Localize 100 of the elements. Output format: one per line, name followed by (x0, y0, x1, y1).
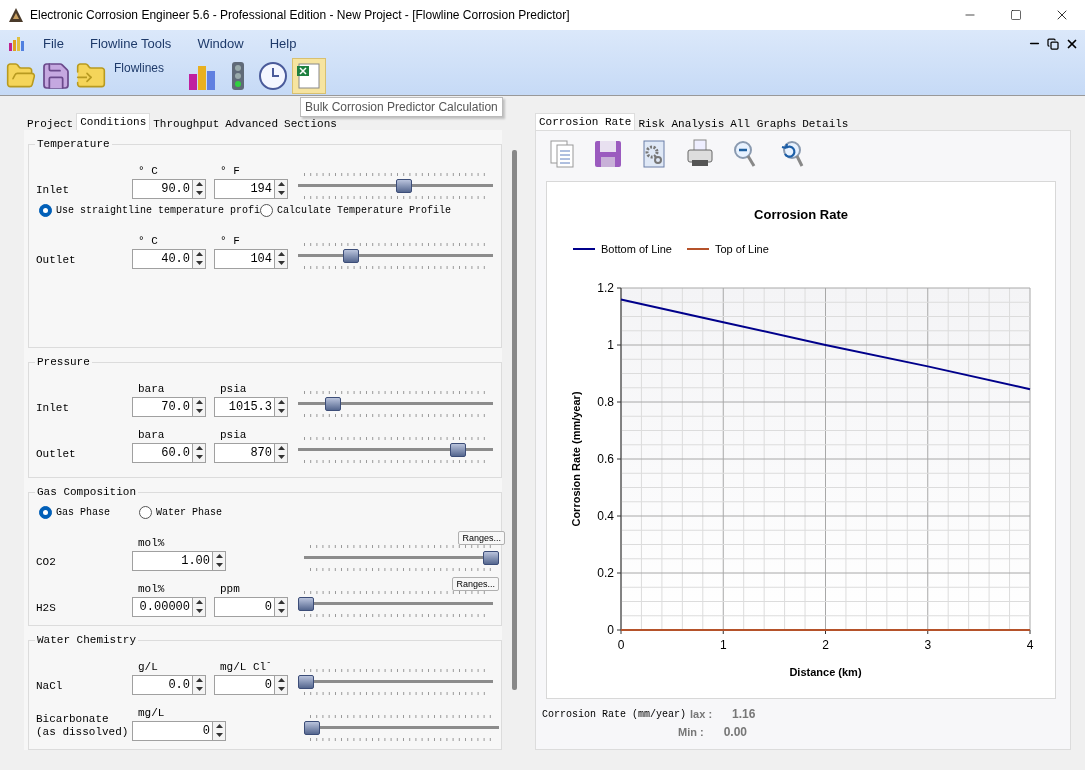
unit-label: ° C (137, 163, 159, 179)
menu-item[interactable]: File (43, 33, 64, 54)
toolbar-label: Flowlines (114, 60, 164, 77)
chart-title: Corrosion Rate (754, 207, 848, 222)
radio-button[interactable] (39, 204, 52, 217)
number-field[interactable]: 194 (214, 178, 274, 199)
bar-chart-icon (9, 36, 25, 51)
unit-label: bara (137, 427, 166, 443)
ranges-button[interactable]: Ranges... (458, 530, 505, 545)
tab[interactable]: Project (24, 116, 77, 130)
unit-label: ° C (137, 233, 159, 249)
row-label: Inlet (36, 183, 70, 197)
scrollbar[interactable] (512, 150, 517, 690)
row-label: NaCl (36, 679, 64, 693)
tab[interactable]: Risk Analysis (635, 116, 728, 130)
slider-thumb[interactable] (298, 674, 314, 689)
spin-buttons[interactable] (274, 442, 288, 463)
legend-item: Top of Line (686, 243, 769, 255)
y-tick-label: 0.8 (597, 395, 614, 409)
spin-buttons[interactable] (192, 442, 206, 463)
mdi-restore-icon[interactable] (1047, 37, 1059, 50)
number-field[interactable]: 104 (214, 248, 274, 269)
menu-item[interactable]: Flowline Tools (89, 33, 172, 54)
radio-button[interactable] (39, 506, 52, 519)
unit-label: g/L (137, 659, 159, 675)
tab[interactable]: All Graphs (727, 116, 800, 130)
number-field[interactable]: 70.0 (132, 396, 192, 417)
number-field[interactable]: 0.0 (132, 674, 192, 695)
spin-buttons[interactable] (192, 396, 206, 417)
spin-buttons[interactable] (274, 674, 288, 695)
group-title: Pressure (36, 355, 91, 370)
number-field[interactable]: 90.0 (132, 178, 192, 199)
radio-label: Water Phase (156, 506, 222, 520)
unit-label: ° F (219, 233, 241, 249)
number-field[interactable]: 40.0 (132, 248, 192, 269)
slider-thumb[interactable] (304, 720, 320, 735)
number-field[interactable]: 1.00 (132, 550, 212, 571)
spin-buttons[interactable] (274, 596, 288, 617)
row-label: CO2 (36, 555, 57, 569)
slider-thumb[interactable] (396, 178, 413, 193)
group-title: Water Chemistry (36, 633, 138, 648)
radio-label: Gas Phase (56, 506, 110, 520)
tab[interactable]: Details (799, 116, 852, 130)
save-icon[interactable] (40, 60, 72, 92)
row-label: Outlet (36, 447, 77, 461)
spin-buttons[interactable] (192, 674, 206, 695)
spin-buttons[interactable] (212, 720, 226, 741)
maximize-icon (1010, 9, 1022, 21)
y-tick-label: 0.2 (597, 566, 614, 580)
slider-thumb[interactable] (483, 550, 499, 565)
save-icon[interactable] (592, 138, 624, 170)
x-tick-label: 1 (719, 638, 727, 652)
clock-icon[interactable] (257, 60, 289, 92)
x-axis-title: Distance (km) (789, 666, 862, 678)
unit-label: bara (137, 381, 166, 397)
slider-thumb[interactable] (342, 248, 359, 263)
y-tick-label: 1 (607, 338, 614, 352)
spreadsheet-icon[interactable] (295, 62, 323, 90)
number-field[interactable]: 870 (214, 442, 274, 463)
number-field[interactable]: 0.00000 (132, 596, 192, 617)
number-field[interactable]: 0 (132, 720, 212, 741)
radio-label: Use straightline temperature profi (56, 204, 261, 218)
tab[interactable]: Throughput (150, 116, 223, 130)
ranges-button[interactable]: Ranges... (452, 576, 499, 591)
slider-thumb[interactable] (298, 596, 314, 611)
tab[interactable]: Conditions (76, 113, 151, 130)
slider-thumb[interactable] (324, 396, 341, 411)
unit-label: mg/L (137, 705, 166, 721)
radio-label: Calculate Temperature Profile (277, 204, 452, 218)
spin-buttons[interactable] (192, 178, 206, 199)
legend-label: Top of Line (715, 243, 769, 255)
unit-label: psia (219, 427, 248, 443)
unit-label: mg/L Cl$^{-}$ (219, 658, 273, 675)
x-tick-label: 0 (617, 638, 625, 652)
unit-label: ° F (219, 163, 241, 179)
spin-buttons[interactable] (192, 596, 206, 617)
number-field[interactable]: 1015.3 (214, 396, 274, 417)
unit-label: mol% (137, 535, 166, 551)
row-label: Inlet (36, 401, 70, 415)
spin-buttons[interactable] (192, 248, 206, 269)
slider-thumb[interactable] (450, 442, 467, 457)
unit-label: mol% (137, 581, 166, 597)
number-field[interactable]: 0 (214, 596, 274, 617)
spin-buttons[interactable] (274, 396, 288, 417)
x-tick-label: 3 (924, 638, 932, 652)
radio-button[interactable] (260, 204, 274, 217)
stat-value: 1.16 (732, 706, 756, 723)
number-field[interactable]: 60.0 (132, 442, 192, 463)
menu-item[interactable]: Help (269, 33, 297, 54)
tab[interactable]: Sections (281, 116, 340, 130)
tab[interactable]: Advanced (222, 116, 282, 130)
radio-button[interactable] (139, 506, 152, 519)
tab[interactable]: Corrosion Rate (535, 113, 636, 130)
menu-item[interactable]: Window (197, 33, 244, 54)
spin-buttons[interactable] (274, 178, 288, 199)
spin-buttons[interactable] (212, 550, 226, 571)
number-field[interactable]: 0 (214, 674, 274, 695)
spin-buttons[interactable] (274, 248, 288, 269)
x-tick-label: 4 (1026, 638, 1034, 652)
unit-label: ppm (219, 581, 241, 597)
